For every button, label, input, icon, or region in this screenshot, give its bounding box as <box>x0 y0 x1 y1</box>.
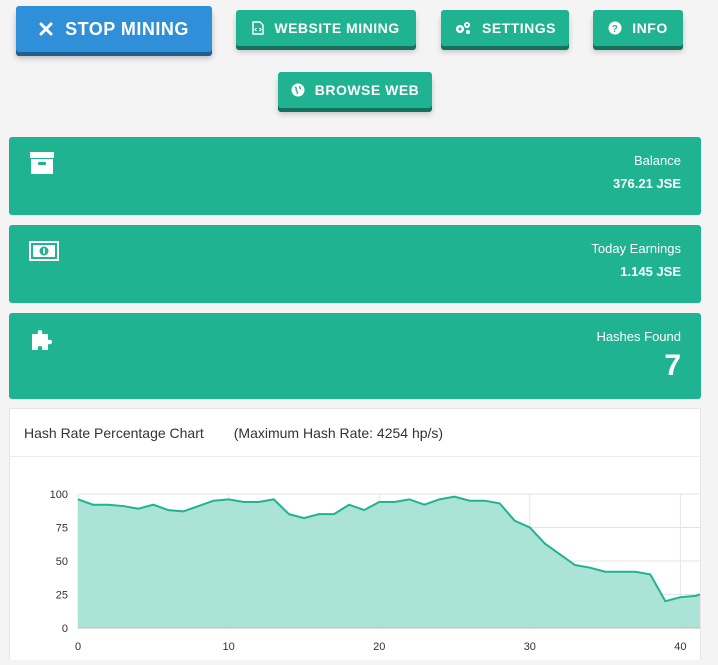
stop-mining-label: STOP MINING <box>65 18 189 39</box>
balance-label: Balance <box>634 153 681 168</box>
stop-mining-button[interactable]: STOP MINING <box>16 6 212 52</box>
chart-subtitle: (Maximum Hash Rate: 4254 hp/s) <box>233 424 444 441</box>
x-tick-label: 20 <box>373 641 385 653</box>
svg-text:?: ? <box>612 24 619 35</box>
info-label: INFO <box>632 20 668 36</box>
browse-web-button[interactable]: BROWSE WEB <box>278 72 432 108</box>
question-circle-icon: ? <box>608 21 622 35</box>
puzzle-piece-icon <box>29 327 55 358</box>
today-earnings-label: Today Earnings <box>591 241 681 256</box>
gears-icon <box>454 21 472 35</box>
x-tick-label: 0 <box>75 641 81 653</box>
website-mining-button[interactable]: WEBSITE MINING <box>236 10 416 46</box>
settings-label: SETTINGS <box>481 20 556 36</box>
balance-value: 376.21 JSE <box>613 176 681 191</box>
archive-icon <box>29 151 55 180</box>
chart-header: Hash Rate Percentage Chart (Maximum Hash… <box>10 409 700 457</box>
hashes-found-label: Hashes Found <box>596 329 681 344</box>
file-code-icon <box>252 21 265 35</box>
website-mining-label: WEBSITE MINING <box>274 20 400 36</box>
y-tick-label: 75 <box>56 523 68 535</box>
info-button[interactable]: ? INFO <box>593 10 683 46</box>
close-icon <box>39 22 53 36</box>
y-tick-label: 100 <box>50 489 68 501</box>
x-tick-label: 10 <box>222 641 234 653</box>
hash-rate-area <box>78 496 700 628</box>
settings-button[interactable]: SETTINGS <box>441 10 569 46</box>
hashes-found-value: 7 <box>664 349 681 382</box>
browse-web-label: BROWSE WEB <box>314 82 420 98</box>
x-tick-label: 40 <box>674 641 686 653</box>
today-earnings-card: Today Earnings 1.145 JSE <box>9 225 701 303</box>
y-tick-label: 0 <box>62 623 68 635</box>
today-earnings-value: 1.145 JSE <box>620 264 681 279</box>
hash-rate-chart: 0 25 50 75 100 0 10 20 30 40 <box>50 489 701 653</box>
x-tick-label: 30 <box>524 641 536 653</box>
globe-icon <box>291 83 305 97</box>
hashes-found-card: Hashes Found 7 <box>9 313 701 399</box>
y-tick-label: 50 <box>56 556 68 568</box>
hash-rate-chart-panel: Hash Rate Percentage Chart (Maximum Hash… <box>9 408 701 660</box>
y-tick-label: 25 <box>56 590 68 602</box>
money-bill-icon <box>29 241 59 266</box>
chart-title: Hash Rate Percentage Chart <box>24 424 204 441</box>
balance-card: Balance 376.21 JSE <box>9 137 701 215</box>
